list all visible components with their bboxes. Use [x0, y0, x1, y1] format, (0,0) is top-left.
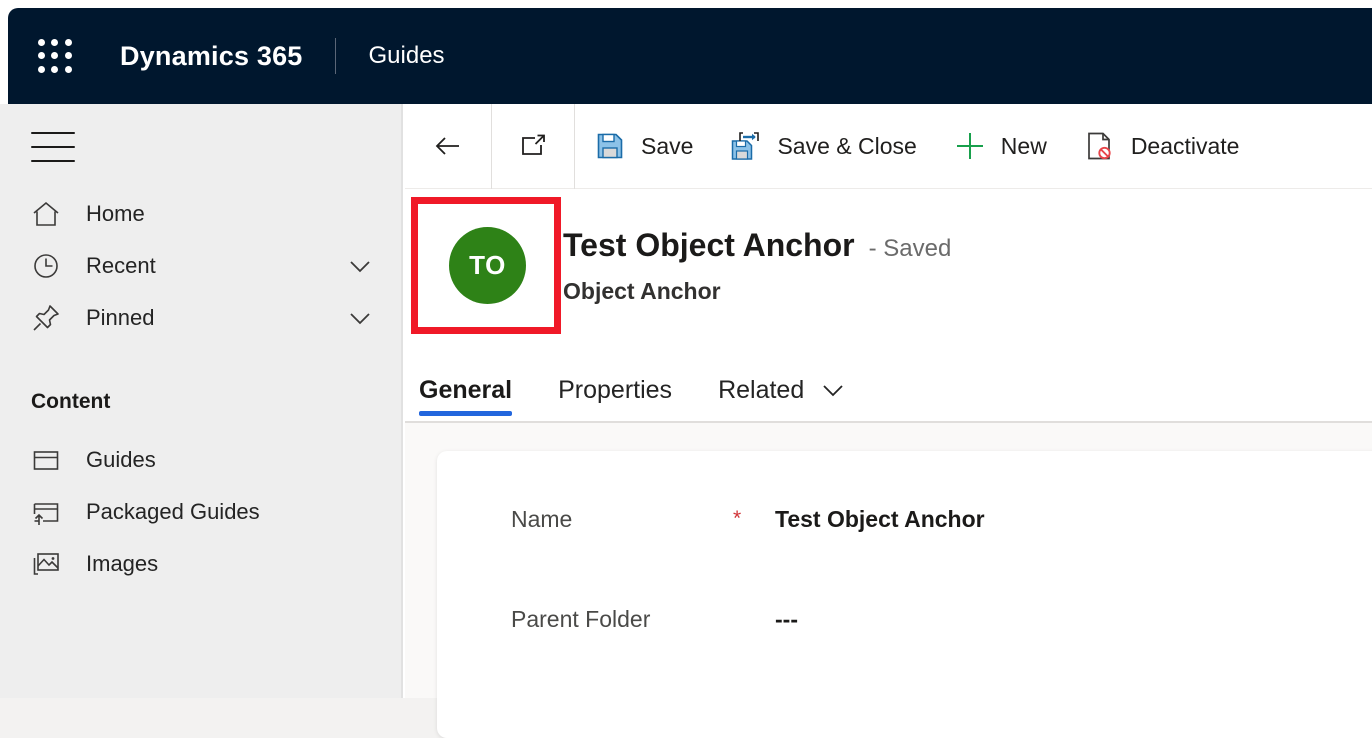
tab-label: Properties	[558, 376, 673, 404]
brand-title[interactable]: Dynamics 365	[120, 41, 303, 72]
packaged-guide-icon	[28, 494, 64, 530]
command-bar: Save Save & Close New Deactivate	[405, 103, 1372, 189]
field-label: Name	[511, 505, 573, 532]
save-floppy-icon	[593, 129, 627, 163]
command-label: Save	[641, 132, 694, 159]
brand-divider	[334, 38, 336, 74]
sidebar-item-label: Packaged Guides	[86, 499, 260, 524]
save-button[interactable]: Save	[575, 104, 711, 189]
sidebar-primary-nav: Home Recent Pinned	[0, 188, 401, 344]
tab-general[interactable]: General	[405, 376, 526, 421]
pin-icon	[28, 300, 64, 336]
open-new-window-icon	[516, 129, 550, 163]
tab-properties[interactable]: Properties	[544, 376, 686, 421]
waffle-grid-icon[interactable]	[32, 33, 78, 79]
command-label: Save & Close	[777, 132, 917, 159]
sidebar-item-label: Guides	[86, 447, 156, 472]
chevron-down-icon[interactable]	[345, 303, 375, 333]
app-name-label[interactable]: Guides	[369, 42, 445, 70]
plus-icon	[953, 129, 987, 163]
back-button[interactable]	[405, 104, 491, 189]
sidebar-item-home[interactable]: Home	[0, 188, 401, 240]
arrow-left-icon	[431, 129, 465, 163]
record-header: TO Test Object Anchor - Saved Object Anc…	[405, 190, 1372, 422]
deactivate-document-icon	[1083, 129, 1117, 163]
form-section-card: Name * Test Object Anchor Parent Folder …	[437, 451, 1372, 738]
page-title: Test Object Anchor	[563, 227, 855, 263]
command-label: New	[1000, 132, 1047, 159]
sidebar-item-recent[interactable]: Recent	[0, 240, 401, 292]
field-row-name: Name * Test Object Anchor	[437, 495, 1372, 543]
sidebar-item-images[interactable]: Images	[0, 538, 401, 590]
sidebar-item-label: Recent	[86, 253, 156, 278]
command-label: Deactivate	[1130, 132, 1240, 159]
record-entity-label: Object Anchor	[563, 278, 721, 304]
form-content-area: Name * Test Object Anchor Parent Folder …	[405, 423, 1372, 738]
save-and-close-icon	[729, 129, 763, 163]
home-icon	[28, 196, 64, 232]
field-value-name[interactable]: Test Object Anchor	[775, 506, 985, 533]
clock-icon	[28, 248, 64, 284]
field-row-parent-folder: Parent Folder ---	[437, 595, 1372, 643]
sidebar-item-label: Pinned	[86, 305, 155, 330]
save-status-label: - Saved	[868, 235, 952, 262]
sidebar-content-nav: Guides Packaged Guides Images	[0, 434, 401, 590]
left-sidebar: Home Recent Pinned Content Guides Packag…	[0, 104, 403, 698]
open-in-new-window-button[interactable]	[492, 104, 574, 189]
avatar: TO	[449, 227, 526, 304]
record-title-block: Test Object Anchor - Saved Object Anchor	[563, 227, 951, 305]
form-tab-list: General Properties Related	[405, 335, 880, 421]
tab-label: General	[419, 376, 513, 404]
field-label: Parent Folder	[511, 605, 651, 632]
top-navigation-bar: Dynamics 365 Guides	[8, 8, 1372, 104]
chevron-down-icon[interactable]	[345, 251, 375, 281]
new-button[interactable]: New	[935, 104, 1065, 189]
sidebar-section-header: Content	[31, 390, 111, 413]
chevron-down-icon[interactable]	[818, 375, 848, 405]
tab-related[interactable]: Related	[704, 375, 862, 421]
save-and-close-button[interactable]: Save & Close	[711, 104, 934, 189]
required-asterisk: *	[733, 507, 742, 530]
hamburger-icon[interactable]	[31, 132, 75, 162]
sidebar-item-label: Home	[86, 201, 145, 226]
sidebar-item-pinned[interactable]: Pinned	[0, 292, 401, 344]
images-icon	[28, 546, 64, 582]
sidebar-item-guides[interactable]: Guides	[0, 434, 401, 486]
sidebar-item-packaged-guides[interactable]: Packaged Guides	[0, 486, 401, 538]
sidebar-item-label: Images	[86, 551, 159, 576]
tab-label: Related	[718, 375, 805, 404]
field-value-parent-folder[interactable]: ---	[775, 606, 798, 633]
deactivate-button[interactable]: Deactivate	[1065, 104, 1258, 189]
dynamics365-record-page: Dynamics 365 Guides Home Recent Pinned C…	[0, 0, 1372, 738]
guide-window-icon	[28, 442, 64, 478]
